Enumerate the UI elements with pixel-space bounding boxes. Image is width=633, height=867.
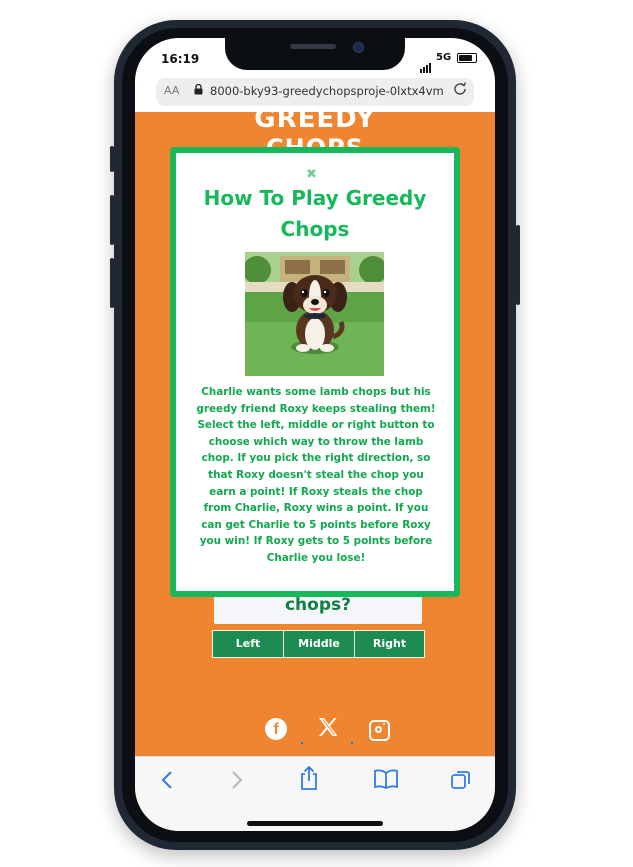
notch: [225, 38, 405, 70]
link-dot: [301, 742, 303, 744]
speaker: [290, 44, 336, 49]
volume-down-button: [110, 258, 114, 308]
text-size-button[interactable]: AA: [164, 84, 179, 97]
close-icon[interactable]: ✖: [306, 167, 317, 182]
clock: 16:19: [161, 52, 200, 66]
back-icon[interactable]: [147, 769, 187, 797]
dog-illustration: [245, 252, 384, 376]
address-bar[interactable]: AA 8000-bky93-greedychopsproje-0lxtx4vm: [156, 78, 474, 106]
home-indicator: [247, 821, 383, 826]
tabs-icon[interactable]: [441, 769, 481, 797]
network-type: 5G: [436, 52, 452, 63]
bookmarks-icon[interactable]: [366, 769, 406, 795]
browser-toolbar: [135, 756, 495, 831]
phone-screen: 16:19 5G AA 8000-bky93-greedychopsproje-…: [135, 38, 495, 831]
camera: [353, 42, 364, 53]
modal-instructions: Charlie wants some lamb chops but his gr…: [196, 386, 436, 564]
modal-content: ✖ How To Play Greedy Chops Charlie wants…: [176, 153, 454, 591]
status-bar: 16:19 5G: [135, 38, 495, 78]
middle-button[interactable]: Middle: [283, 630, 355, 658]
how-to-play-modal: ✖ How To Play Greedy Chops Charlie wants…: [170, 147, 460, 597]
power-button: [516, 225, 520, 305]
forward-icon[interactable]: [217, 769, 257, 797]
mute-switch: [110, 146, 114, 172]
facebook-icon[interactable]: f: [265, 718, 287, 740]
lock-icon: [194, 83, 203, 98]
battery-icon: [457, 53, 477, 63]
share-icon[interactable]: [289, 765, 329, 797]
logo-line-1: GREEDY: [254, 104, 376, 134]
modal-title: How To Play Greedy Chops: [203, 186, 427, 241]
url-text[interactable]: 8000-bky93-greedychopsproje-0lxtx4vm: [210, 84, 450, 98]
x-icon[interactable]: [315, 716, 341, 745]
right-button[interactable]: Right: [354, 630, 425, 658]
reload-icon[interactable]: [452, 81, 468, 101]
left-button[interactable]: Left: [212, 630, 284, 658]
volume-up-button: [110, 195, 114, 245]
signal-icon: [420, 54, 432, 73]
link-dot: [351, 742, 353, 744]
question-text: chops?: [284, 595, 351, 615]
